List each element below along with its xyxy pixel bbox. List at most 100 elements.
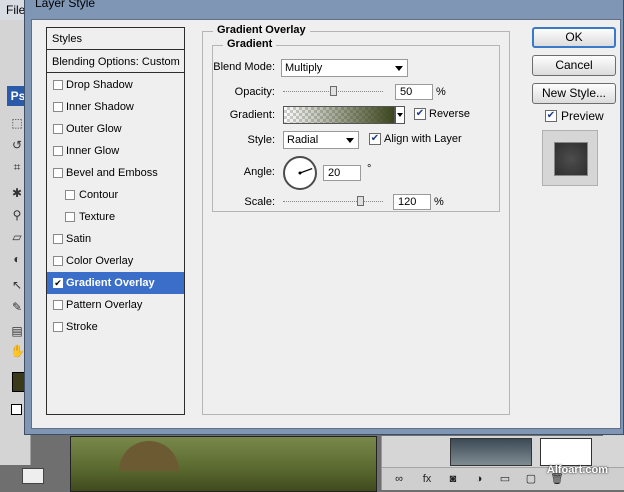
layer-mask-thumbnail[interactable] — [540, 438, 592, 466]
color-overlay-checkbox[interactable] — [53, 256, 63, 266]
notes-tool-icon[interactable]: ▤ — [10, 324, 24, 338]
drop-shadow-checkbox[interactable] — [53, 80, 63, 90]
crop-tool-icon[interactable]: ⌗ — [10, 160, 24, 174]
texture-checkbox[interactable] — [65, 212, 75, 222]
scale-slider-thumb[interactable] — [357, 196, 364, 206]
angle-dial-needle — [298, 168, 313, 175]
screen-mode-icon[interactable] — [22, 468, 44, 484]
satin-checkbox[interactable] — [53, 234, 63, 244]
lasso-tool-icon[interactable]: ↺ — [10, 138, 24, 152]
list-item-label: Gradient Overlay — [66, 277, 155, 289]
opacity-input[interactable]: 50 — [395, 84, 433, 100]
reverse-checkbox[interactable]: ✔ — [414, 108, 426, 120]
list-item-label: Contour — [79, 189, 119, 201]
style-select[interactable]: Radial — [283, 131, 359, 149]
blend-mode-value: Multiply — [285, 62, 323, 74]
list-item-label: Inner Shadow — [66, 101, 134, 113]
dialog-title: Layer Style — [35, 0, 96, 10]
preview-checkbox[interactable]: ✔ — [545, 110, 557, 122]
style-preview-swatch — [542, 130, 598, 186]
list-item-texture[interactable]: Texture — [47, 206, 184, 228]
opacity-label: Opacity: — [234, 86, 275, 98]
cancel-button[interactable]: Cancel — [532, 55, 616, 76]
angle-dial[interactable] — [283, 156, 317, 190]
contour-checkbox[interactable] — [65, 190, 75, 200]
list-item-label: Pattern Overlay — [66, 299, 143, 311]
document-canvas — [70, 436, 377, 492]
list-item-label: Inner Glow — [66, 145, 120, 157]
gradient-dropdown[interactable] — [395, 106, 405, 124]
blend-mode-select[interactable]: Multiply — [281, 59, 408, 77]
fx-icon[interactable]: fx — [420, 472, 434, 486]
dodge-tool-icon[interactable]: ◐ — [10, 252, 24, 266]
scale-input[interactable]: 120 — [393, 194, 431, 210]
link-layers-icon[interactable]: ∞ — [392, 472, 406, 486]
haystack-image — [119, 441, 179, 471]
list-item-contour[interactable]: Contour — [47, 184, 184, 206]
gradient-overlay-group: Gradient Overlay Gradient Blend Mode: Mu… — [202, 24, 510, 415]
path-select-tool-icon[interactable]: ↖ — [10, 278, 24, 292]
list-item-outer-glow[interactable]: Outer Glow — [47, 118, 184, 140]
background-color-swatch[interactable] — [11, 404, 22, 415]
list-item-inner-glow[interactable]: Inner Glow — [47, 140, 184, 162]
outer-glow-checkbox[interactable] — [53, 124, 63, 134]
list-item-bevel-emboss[interactable]: Bevel and Emboss — [47, 162, 184, 184]
styles-header[interactable]: Styles — [47, 28, 184, 50]
new-style-button[interactable]: New Style... — [532, 83, 616, 104]
list-item-label: Satin — [66, 233, 92, 245]
group-folder-icon[interactable]: ▭ — [498, 472, 512, 486]
angle-label: Angle: — [243, 166, 275, 178]
layers-panel: ∞ fx ◙ ◑ ▭ ▢ 🗑 — [381, 436, 624, 490]
list-item-label: Outer Glow — [66, 123, 122, 135]
list-item-satin[interactable]: Satin — [47, 228, 184, 250]
hand-tool-icon[interactable]: ✋ — [10, 344, 25, 358]
gradient-picker[interactable] — [283, 106, 395, 124]
opacity-slider[interactable] — [283, 86, 383, 98]
ok-button[interactable]: OK — [532, 27, 616, 48]
pen-tool-icon[interactable]: ✎ — [10, 300, 24, 314]
chevron-down-icon — [397, 113, 403, 117]
marquee-tool-icon[interactable]: ⬚ — [10, 116, 24, 130]
style-label: Style: — [247, 134, 275, 146]
add-mask-icon[interactable]: ◙ — [446, 472, 460, 486]
scale-slider-track — [283, 201, 383, 203]
opacity-slider-thumb[interactable] — [330, 86, 337, 96]
healing-tool-icon[interactable]: ✱ — [10, 186, 24, 200]
list-item-pattern-overlay[interactable]: Pattern Overlay — [47, 294, 184, 316]
layer-thumbnail[interactable] — [450, 438, 532, 466]
menu-file[interactable]: File — [6, 3, 25, 17]
list-item-label: Color Overlay — [66, 255, 134, 267]
angle-input[interactable]: 20 — [323, 165, 361, 181]
scale-slider[interactable] — [283, 196, 383, 208]
align-with-layer-checkbox[interactable]: ✔ — [369, 133, 381, 145]
blend-mode-label: Blend Mode: — [213, 61, 275, 73]
bevel-emboss-checkbox[interactable] — [53, 168, 63, 178]
list-item-label: Drop Shadow — [66, 79, 133, 91]
preview-label: Preview — [561, 109, 604, 123]
list-item-color-overlay[interactable]: Color Overlay — [47, 250, 184, 272]
blending-options-item[interactable]: Blending Options: Custom — [47, 51, 184, 73]
inner-shadow-checkbox[interactable] — [53, 102, 63, 112]
new-layer-icon[interactable]: ▢ — [524, 472, 538, 486]
adjustment-layer-icon[interactable]: ◑ — [472, 472, 486, 486]
eraser-tool-icon[interactable]: ▱ — [10, 230, 24, 244]
clone-tool-icon[interactable]: ⚲ — [10, 208, 24, 222]
chevron-down-icon — [346, 138, 354, 143]
list-item-stroke[interactable]: Stroke — [47, 316, 184, 338]
list-item-gradient-overlay[interactable]: ✔ Gradient Overlay — [47, 272, 184, 294]
gradient-subgroup-title: Gradient — [223, 38, 277, 50]
inner-glow-checkbox[interactable] — [53, 146, 63, 156]
scale-unit: % — [434, 196, 444, 208]
styles-list: Styles Blending Options: Custom Drop Sha… — [46, 27, 185, 415]
list-item-drop-shadow[interactable]: Drop Shadow — [47, 74, 184, 96]
align-with-layer-label: Align with Layer — [384, 133, 462, 145]
reverse-label: Reverse — [429, 108, 470, 120]
gradient-overlay-checkbox[interactable]: ✔ — [53, 278, 63, 288]
chevron-down-icon — [395, 66, 403, 71]
stroke-checkbox[interactable] — [53, 322, 63, 332]
styles-header-label: Styles — [52, 33, 82, 45]
gradient-label: Gradient: — [229, 109, 275, 121]
pattern-overlay-checkbox[interactable] — [53, 300, 63, 310]
list-item-label: Stroke — [66, 321, 98, 333]
list-item-inner-shadow[interactable]: Inner Shadow — [47, 96, 184, 118]
